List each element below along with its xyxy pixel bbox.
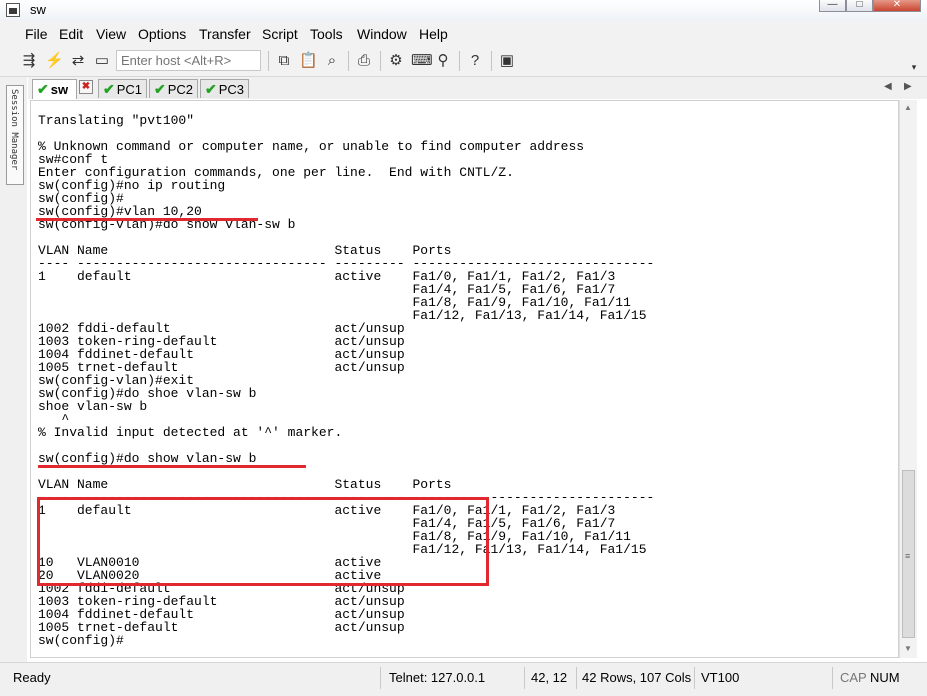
terminal-line: % Unknown command or computer name, or u… xyxy=(38,139,585,154)
status-separator xyxy=(524,667,525,689)
tab-scroll-right-icon[interactable]: ▶ xyxy=(904,81,912,92)
tab-label: sw xyxy=(50,82,69,97)
terminal-line: sw(config)#do show vlan-sw b xyxy=(38,451,257,466)
tab-label: PC2 xyxy=(167,82,194,97)
close-tab-icon[interactable]: ✖ xyxy=(79,80,93,94)
menu-bar: File Edit View Options Transfer Script T… xyxy=(0,21,927,46)
status-separator xyxy=(832,667,833,689)
session-image-icon[interactable]: ▣ xyxy=(498,52,516,70)
scroll-up-icon[interactable]: ▲ xyxy=(904,103,912,112)
annotation-underline xyxy=(38,465,306,468)
title-bar: sw — □ ✕ xyxy=(0,0,927,22)
print-icon[interactable]: ⎙ xyxy=(355,52,373,70)
app-icon xyxy=(6,3,20,17)
terminal-line: sw(config)#no ip routing xyxy=(38,178,226,193)
tab-scroll-left-icon[interactable]: ◀ xyxy=(884,81,892,92)
connected-check-icon: ✔ xyxy=(37,81,49,97)
annotation-box xyxy=(37,497,489,586)
toolbar-overflow-icon[interactable]: ▾ xyxy=(905,58,923,76)
keymap-icon[interactable]: ⌨ xyxy=(411,52,433,70)
status-cursor-position: 42, 12 xyxy=(531,670,568,685)
terminal-scrollbar[interactable]: ▲ ≡ ▼ xyxy=(899,100,917,658)
terminal-line: sw(config)# xyxy=(38,633,124,648)
scroll-down-icon[interactable]: ▼ xyxy=(904,644,912,653)
scroll-grip-icon: ≡ xyxy=(905,551,911,561)
tab-sw[interactable]: ✔ sw xyxy=(32,79,77,99)
sftp-icon[interactable]: ⚲ xyxy=(434,52,452,70)
disconnect-icon[interactable]: ▭ xyxy=(93,52,111,70)
status-connection: Telnet: 127.0.0.1 xyxy=(389,670,486,685)
menu-window[interactable]: Window xyxy=(357,26,407,42)
toolbar-separator xyxy=(268,51,269,71)
menu-edit[interactable]: Edit xyxy=(59,26,83,42)
quick-connect-icon[interactable]: ⚡ xyxy=(45,52,64,70)
menu-file[interactable]: File xyxy=(25,26,48,42)
copy-icon[interactable]: ⧉ xyxy=(275,52,293,70)
tab-pc1[interactable]: ✔ PC1 xyxy=(98,79,147,98)
toolbar-separator xyxy=(348,51,349,71)
connected-check-icon: ✔ xyxy=(205,81,217,97)
status-ready: Ready xyxy=(13,670,51,685)
scroll-thumb[interactable]: ≡ xyxy=(902,470,915,638)
connect-icon[interactable]: ⇶ xyxy=(20,52,38,70)
maximize-button[interactable]: □ xyxy=(846,0,873,12)
toolbar: ⇶ ⚡ ⇄ ▭ ⧉ 📋 ⌕ ⎙ ⚙ ⌨ ⚲ ? ▣ ▾ xyxy=(0,46,927,77)
close-window-button[interactable]: ✕ xyxy=(873,0,921,12)
session-manager-tab[interactable]: Session Manager xyxy=(6,85,24,185)
toolbar-separator xyxy=(491,51,492,71)
help-icon[interactable]: ? xyxy=(466,52,484,70)
session-manager-label: Session Manager xyxy=(9,89,19,171)
status-separator xyxy=(576,667,577,689)
terminal-view[interactable]: Translating "pvt100" % Unknown command or… xyxy=(30,100,899,658)
toolbar-separator xyxy=(380,51,381,71)
status-separator xyxy=(694,667,695,689)
terminal-line: % Invalid input detected at '^' marker. xyxy=(38,425,343,440)
connected-check-icon: ✔ xyxy=(154,81,166,97)
status-terminal-size: 42 Rows, 107 Cols xyxy=(582,670,692,685)
reconnect-icon[interactable]: ⇄ xyxy=(69,52,87,70)
menu-transfer[interactable]: Transfer xyxy=(199,26,251,42)
status-num-lock: NUM xyxy=(870,670,900,685)
annotation-underline xyxy=(36,218,258,221)
status-caps-lock: CAP xyxy=(840,670,867,685)
paste-icon[interactable]: 📋 xyxy=(299,52,318,70)
menu-tools[interactable]: Tools xyxy=(310,26,343,42)
tab-label: PC1 xyxy=(116,82,143,97)
menu-options[interactable]: Options xyxy=(138,26,186,42)
connected-check-icon: ✔ xyxy=(103,81,115,97)
terminal-line: Translating "pvt100" xyxy=(38,113,195,128)
toolbar-separator xyxy=(459,51,460,71)
tab-pc3[interactable]: ✔ PC3 xyxy=(200,79,249,98)
settings-icon[interactable]: ⚙ xyxy=(387,52,405,70)
tab-pc2[interactable]: ✔ PC2 xyxy=(149,79,198,98)
menu-help[interactable]: Help xyxy=(419,26,448,42)
status-separator xyxy=(380,667,381,689)
find-icon[interactable]: ⌕ xyxy=(323,52,341,70)
host-input[interactable] xyxy=(116,50,261,71)
window-title: sw xyxy=(30,2,46,17)
status-emulation: VT100 xyxy=(701,670,740,685)
menu-script[interactable]: Script xyxy=(262,26,298,42)
session-tabs: ✔ sw ✖ ✔ PC1 ✔ PC2 ✔ PC3 ◀ ▶ xyxy=(28,77,927,99)
menu-view[interactable]: View xyxy=(96,26,126,42)
minimize-button[interactable]: — xyxy=(819,0,846,12)
terminal-line: shoe vlan-sw b xyxy=(38,399,148,414)
tab-label: PC3 xyxy=(218,82,245,97)
status-bar: Ready Telnet: 127.0.0.1 42, 12 42 Rows, … xyxy=(0,662,927,696)
terminal-line: 1005 trnet-default act/unsup xyxy=(38,620,405,635)
session-manager-panel: Session Manager xyxy=(0,77,27,662)
